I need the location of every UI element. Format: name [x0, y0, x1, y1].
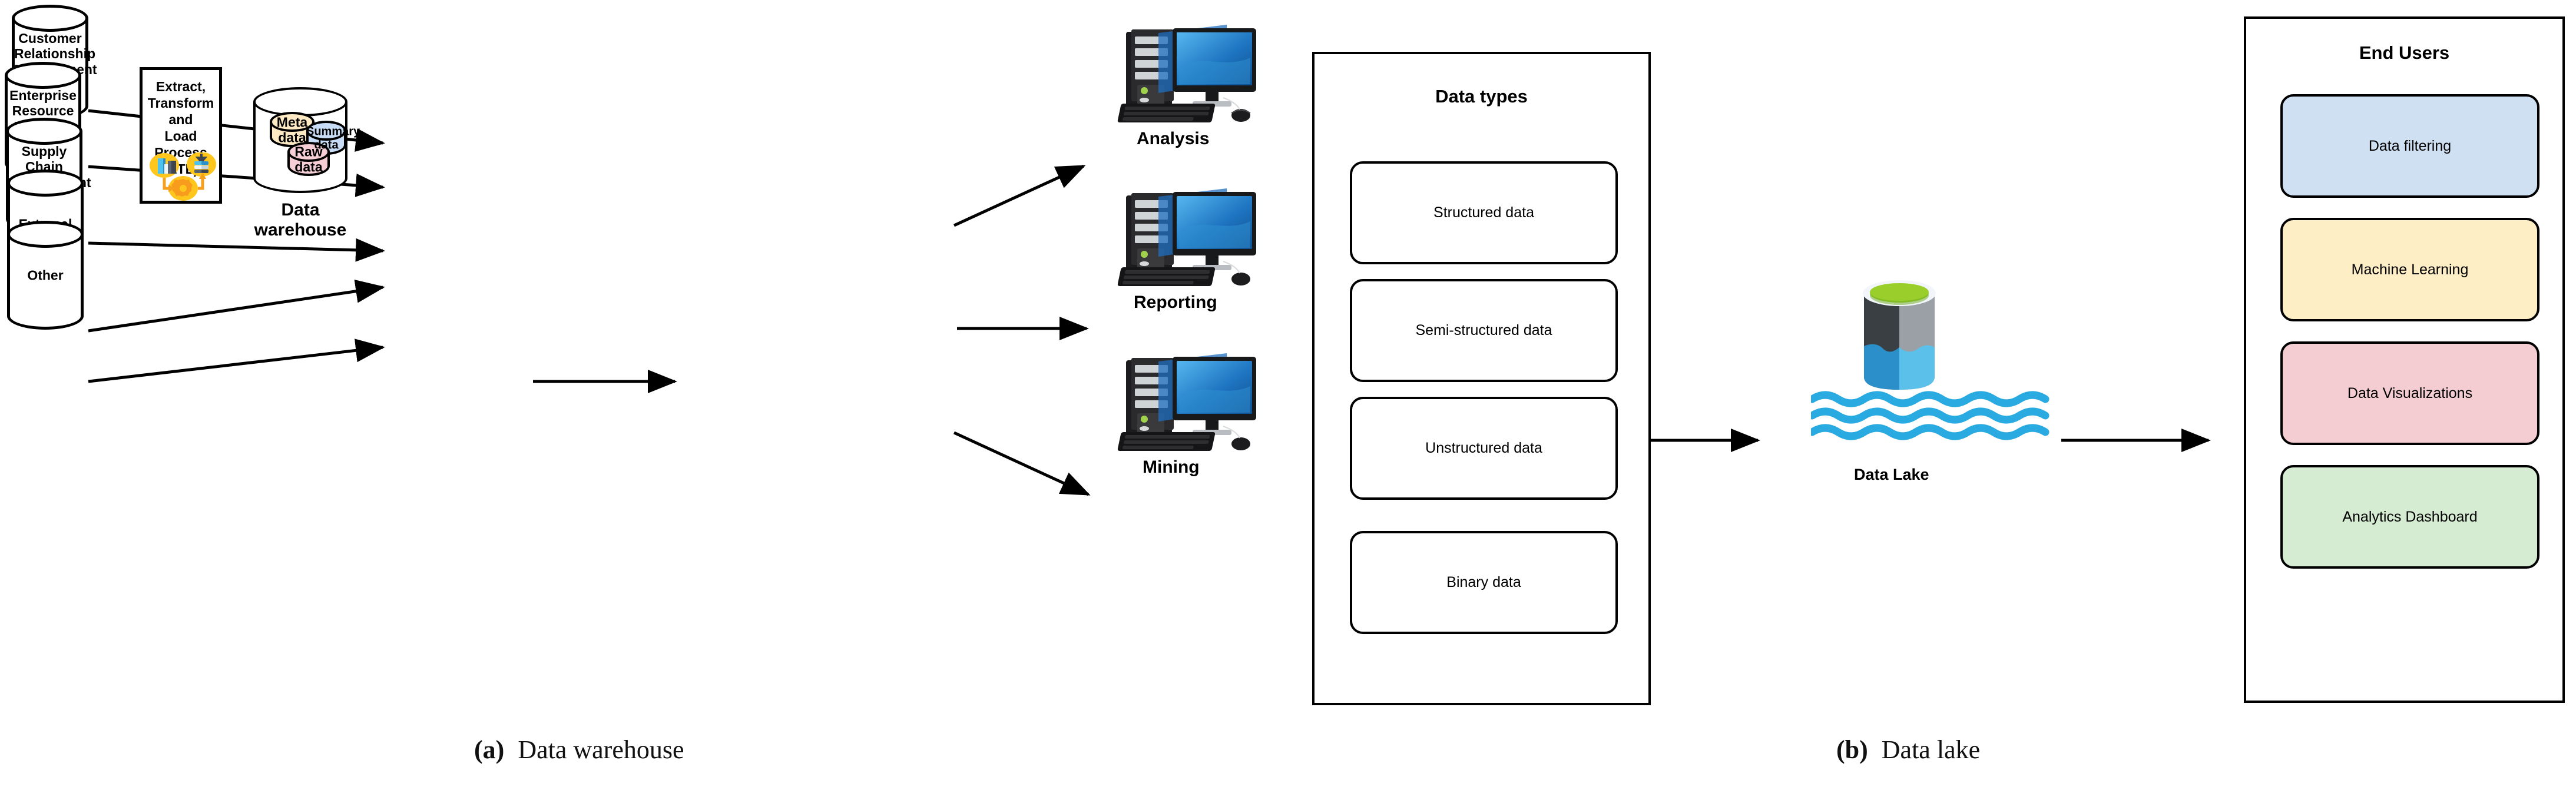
- end-users-title: End Users: [2359, 42, 2450, 63]
- database-load-icon: [187, 152, 216, 177]
- data-types-panel: Data types Structured data Semi-structur…: [1312, 52, 1651, 705]
- chip-label: Data filtering: [2368, 137, 2452, 154]
- data-type-structured[interactable]: Structured data: [1350, 161, 1618, 264]
- store-label: Raw data: [294, 144, 323, 175]
- cylinder-top: [7, 170, 84, 197]
- consumer-label: Mining: [1143, 457, 1200, 477]
- connector-arrows: [88, 109, 2211, 496]
- data-type-unstructured[interactable]: Unstructured data: [1350, 397, 1618, 500]
- chip-label: Binary data: [1446, 574, 1521, 590]
- consumer-mining: Mining: [1092, 340, 1269, 477]
- bar-chart-icon: [150, 153, 179, 178]
- etl-icon-cluster: [150, 152, 216, 201]
- data-type-binary[interactable]: Binary data: [1350, 531, 1618, 634]
- consumer-reporting: Reporting: [1092, 175, 1269, 313]
- consumer-label: Reporting: [1134, 293, 1217, 312]
- consumer-label: Analysis: [1137, 129, 1210, 148]
- caption-a: (a) Data warehouse: [474, 735, 684, 765]
- desktop-computer-icon: [1117, 353, 1256, 451]
- desktop-computer-icon: [1117, 188, 1256, 286]
- end-user-data-filtering[interactable]: Data filtering: [2280, 94, 2539, 198]
- data-warehouse-cylinder: Meta data Summary data Raw data: [253, 87, 360, 193]
- source-label: Other: [27, 267, 64, 283]
- end-users-panel: End Users Data filtering Machine Learnin…: [2244, 16, 2565, 703]
- chip-label: Semi-structured data: [1415, 322, 1552, 338]
- chip-label: Machine Learning: [2351, 261, 2469, 278]
- caption-a-text: Data warehouse: [518, 735, 684, 764]
- etl-process-box: Extract, Transform and Load Process (ETL…: [140, 67, 222, 204]
- cylinder-top: [7, 221, 84, 248]
- source-cylinder-other: Other: [7, 221, 84, 330]
- data-lake-group: Data Lake: [1808, 259, 2088, 484]
- data-types-title: Data types: [1435, 86, 1528, 107]
- consumer-analysis: Analysis: [1092, 12, 1269, 149]
- chip-label: Unstructured data: [1425, 440, 1542, 456]
- caption-b: (b) Data lake: [1836, 735, 1980, 765]
- data-type-semi-structured[interactable]: Semi-structured data: [1350, 279, 1618, 382]
- caption-b-text: Data lake: [1881, 735, 1981, 764]
- data-warehouse-label: Data warehouse: [254, 200, 347, 240]
- end-user-data-visualizations[interactable]: Data Visualizations: [2280, 341, 2539, 445]
- end-user-analytics-dashboard[interactable]: Analytics Dashboard: [2280, 465, 2539, 569]
- data-lake-label: Data Lake: [1854, 466, 1929, 483]
- caption-a-prefix: (a): [474, 735, 505, 764]
- caption-b-prefix: (b): [1836, 735, 1868, 764]
- data-lake-cylinder-icon: [1808, 280, 2049, 440]
- chip-label: Analytics Dashboard: [2342, 508, 2478, 525]
- cylinder-top: [5, 62, 81, 89]
- desktop-computer-icon: [1117, 25, 1256, 122]
- cylinder-top: [12, 5, 88, 32]
- chip-label: Structured data: [1433, 204, 1534, 221]
- cylinder-top: [6, 118, 82, 145]
- end-user-machine-learning[interactable]: Machine Learning: [2280, 218, 2539, 321]
- chip-label: Data Visualizations: [2347, 384, 2473, 401]
- store-cylinder-raw: Raw data: [287, 142, 330, 176]
